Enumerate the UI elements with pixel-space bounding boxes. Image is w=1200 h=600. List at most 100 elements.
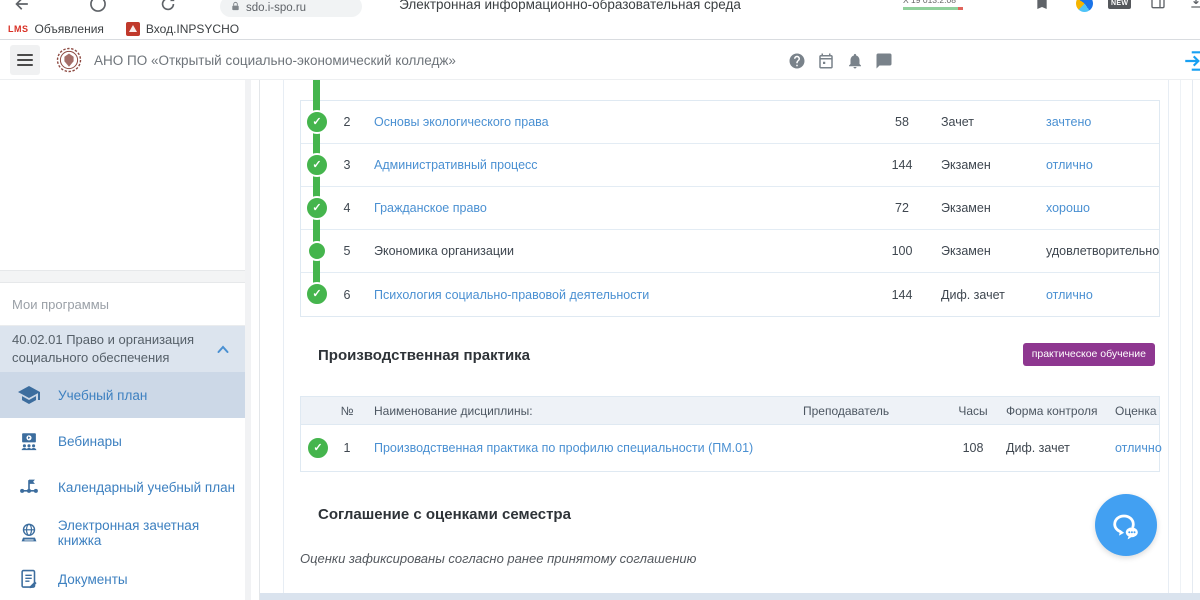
hours-cell: 144: [869, 273, 935, 316]
col-hours: Часы: [941, 397, 1005, 424]
completed-check-icon: [305, 196, 329, 220]
subject-row: 4 Гражданское право 72 Экзамен хорошо: [301, 187, 1159, 230]
subject-row: 5 Экономика организации 100 Экзамен удов…: [301, 230, 1159, 273]
sidebar-item-curriculum[interactable]: Учебный план: [0, 372, 245, 418]
hours-cell: 100: [869, 230, 935, 272]
notifications-bell-icon[interactable]: [846, 52, 864, 70]
lms-favicon: LMS: [8, 24, 29, 34]
row-number: 4: [336, 187, 358, 229]
subject-link[interactable]: Психология социально-правовой деятельнос…: [374, 273, 649, 316]
sidebar-program-header[interactable]: 40.02.01 Право и организация социального…: [0, 326, 245, 372]
row-number: 1: [336, 425, 358, 471]
extension-progress-widget[interactable]: Х 19 013.2.08: [903, 0, 963, 10]
completed-check-icon: [305, 110, 329, 134]
chevron-up-icon: [217, 345, 229, 354]
bookmark-inpsycho[interactable]: Вход.INPSYCHO: [126, 22, 239, 36]
inpsycho-favicon: [126, 22, 140, 36]
grade-link[interactable]: отлично: [1046, 273, 1093, 316]
bookmark-label: Вход.INPSYCHO: [146, 22, 239, 36]
sidebar-item-label: Вебинары: [58, 434, 122, 449]
screen: sdo.i-spo.ru Электронная информационно-о…: [0, 0, 1200, 600]
help-icon[interactable]: [788, 52, 806, 70]
completed-check-icon: [305, 153, 329, 177]
messages-icon[interactable]: [875, 52, 893, 70]
sidebar-item-label: Календарный учебный план: [58, 480, 235, 495]
subject-link[interactable]: Основы экологического права: [374, 101, 549, 143]
hours-cell: 58: [869, 101, 935, 143]
sidebar-item-gradebook[interactable]: Электронная зачетная книжка: [0, 510, 245, 556]
sidebar-item-label: Документы: [58, 572, 128, 587]
grade-link[interactable]: зачтено: [1046, 101, 1091, 143]
control-form-cell: Экзамен: [941, 144, 991, 186]
page-bottom-strip: [260, 593, 1200, 600]
college-emblem-logo: [56, 47, 82, 73]
control-form-cell: Зачет: [941, 101, 974, 143]
hours-cell: 72: [869, 187, 935, 229]
grade-link[interactable]: отлично: [1046, 144, 1093, 186]
grade-text: удовлетворительно: [1046, 230, 1159, 272]
content-card-right-border: [1168, 80, 1169, 593]
col-number: №: [336, 397, 358, 424]
window-scrollbar-track[interactable]: [1192, 80, 1193, 593]
program-label: 40.02.01 Право и организация социального…: [12, 332, 194, 365]
row-number: 2: [336, 101, 358, 143]
subject-name: Экономика организации: [374, 230, 514, 272]
col-discipline: Наименование дисциплины:: [374, 397, 533, 424]
webinar-icon: [17, 430, 41, 452]
subject-row: 6 Психология социально-правовой деятельн…: [301, 273, 1159, 316]
col-teacher: Преподаватель: [803, 397, 889, 424]
practice-link[interactable]: Производственная практика по профилю спе…: [374, 425, 753, 471]
sidebar-scrollbar[interactable]: [245, 80, 251, 600]
logout-icon[interactable]: [1182, 48, 1200, 74]
chat-bubbles-icon: [1109, 508, 1143, 542]
agreement-note: Оценки зафиксированы согласно ранее прин…: [300, 551, 696, 566]
practice-section-title: Производственная практика: [318, 347, 530, 364]
app-header: АНО ПО «Открытый социально-экономический…: [0, 41, 1200, 80]
globe-book-icon: [17, 522, 41, 544]
control-form-cell: Диф. зачет: [941, 273, 1005, 316]
control-form-cell: Экзамен: [941, 187, 991, 229]
bookmark-label: Объявления: [35, 22, 104, 36]
practice-table: № Наименование дисциплины: Преподаватель…: [300, 396, 1160, 472]
practical-training-badge: практическое обучение: [1023, 343, 1155, 366]
calendar-icon[interactable]: [817, 52, 835, 70]
col-grade: Оценка: [1115, 397, 1157, 424]
practice-table-header: № Наименование дисциплины: Преподаватель…: [301, 397, 1159, 425]
page-title: Электронная информационно-образовательна…: [0, 0, 1140, 12]
hours-cell: 144: [869, 144, 935, 186]
grade-link[interactable]: хорошо: [1046, 187, 1090, 229]
new-extension-badge[interactable]: NEW: [1108, 0, 1131, 9]
completed-check-icon: [305, 282, 329, 306]
graduation-cap-icon: [17, 383, 41, 407]
sidebar-item-documents[interactable]: Документы: [0, 556, 245, 600]
control-form-cell: Экзамен: [941, 230, 991, 272]
extension-widget-text: Х 19 013.2.08: [903, 0, 963, 5]
scroll-gutter-line: [1180, 80, 1181, 593]
extension-progress-bar: [903, 7, 963, 10]
row-number: 6: [336, 273, 358, 316]
row-number: 3: [336, 144, 358, 186]
col-control-form: Форма контроля: [1006, 397, 1098, 424]
hours-cell: 108: [941, 425, 1005, 471]
download-icon[interactable]: [1188, 0, 1200, 11]
bookmark-flag-icon[interactable]: [1034, 0, 1050, 11]
document-pen-icon: [17, 568, 41, 590]
subjects-table: 2 Основы экологического права 58 Зачет з…: [300, 100, 1160, 317]
content-card-left-border: [283, 80, 284, 593]
agreement-section-title: Соглашение с оценками семестра: [318, 506, 571, 523]
menu-toggle-button[interactable]: [10, 45, 40, 75]
side-panel-icon[interactable]: [1150, 0, 1166, 11]
support-chat-button[interactable]: [1095, 494, 1157, 556]
sidebar-item-webinars[interactable]: Вебинары: [0, 418, 245, 464]
subject-row: 3 Административный процесс 144 Экзамен о…: [301, 144, 1159, 187]
subject-link[interactable]: Административный процесс: [374, 144, 538, 186]
bookmark-announcements[interactable]: LMS Объявления: [8, 22, 104, 36]
progress-dot-icon: [307, 241, 327, 261]
sidebar: Мои программы 40.02.01 Право и организац…: [0, 80, 260, 600]
subject-link[interactable]: Гражданское право: [374, 187, 487, 229]
sidebar-item-calendar-plan[interactable]: Календарный учебный план: [0, 464, 245, 510]
practice-row: 1 Производственная практика по профилю с…: [301, 425, 1159, 471]
sidebar-divider-band: [0, 270, 245, 283]
bookmarks-bar: LMS Объявления Вход.INPSYCHO: [0, 18, 1200, 40]
grade-link[interactable]: отлично: [1115, 425, 1162, 471]
